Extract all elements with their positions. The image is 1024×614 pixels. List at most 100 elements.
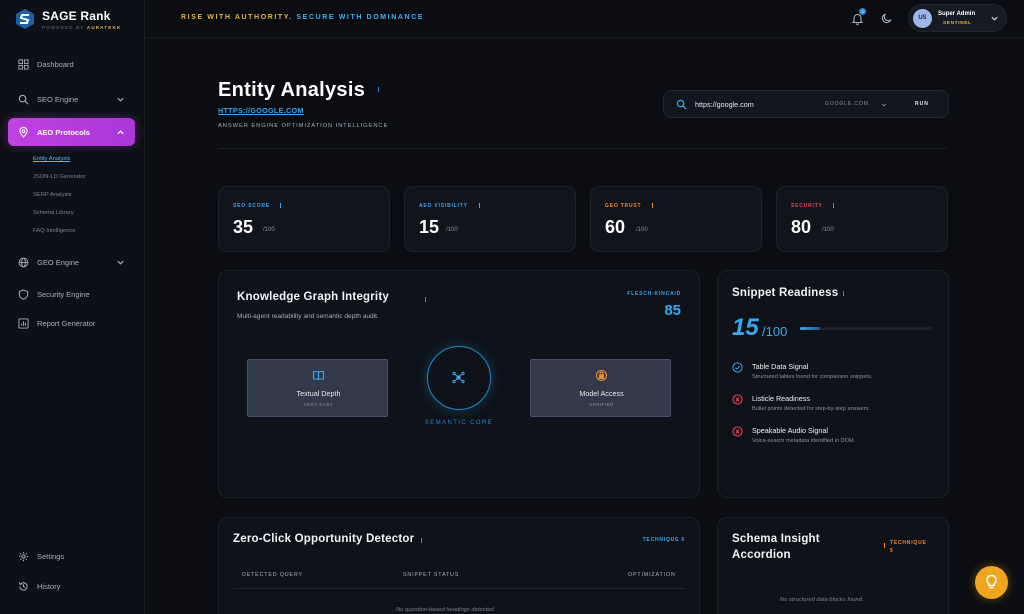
chevron-down-icon: [117, 260, 124, 265]
chevron-up-icon: [117, 129, 124, 134]
book-icon: [312, 370, 325, 381]
score-card-aeo: AEO VISIBILITY 15 /100: [404, 186, 576, 252]
column-header[interactable]: DETECTED QUERY: [242, 572, 303, 578]
analyzed-url-link[interactable]: HTTPS://GOOGLE.COM: [218, 106, 304, 115]
score-indicator: [833, 203, 834, 208]
sidebar-item-seo-engine[interactable]: SEO Engine: [8, 85, 135, 113]
signal-title: Table Data Signal: [752, 362, 809, 371]
sidebar-item-settings[interactable]: Settings: [8, 542, 135, 570]
card-title: Textual Depth: [296, 389, 341, 398]
check-circle-icon: [732, 362, 743, 373]
score-max: /100: [446, 227, 458, 233]
url-search-bar: https://google.com GOOGLE.COM RUN: [663, 90, 949, 118]
score-max: /100: [636, 227, 648, 233]
chevron-down-icon: [881, 103, 887, 107]
snippet-progress-fill: [800, 327, 820, 330]
sidebar-subitem-json-ld-generator[interactable]: JSON-LD Generator: [33, 174, 86, 180]
card-subtitle: VERIFIED: [589, 402, 614, 407]
location-pin-icon: [19, 126, 28, 138]
chart-icon: [18, 317, 29, 329]
header-divider: [218, 148, 948, 149]
gear-icon: [18, 551, 29, 561]
sidebar-item-report-generator[interactable]: Report Generator: [8, 309, 135, 337]
column-header[interactable]: SNIPPET STATUS: [403, 572, 459, 578]
top-bar: RISE WITH AUTHORITY. SECURE WITH DOMINAN…: [145, 0, 1024, 38]
title-indicator: [378, 87, 379, 92]
title-indicator: [425, 297, 426, 302]
technique-badge: TECHNIQUE 6: [642, 537, 685, 543]
tagline: RISE WITH AUTHORITY. SECURE WITH DOMINAN…: [181, 14, 425, 21]
assistant-fab-button[interactable]: [975, 566, 1008, 599]
page-title: Entity Analysis: [218, 79, 366, 101]
sidebar-item-label: Security Engine: [37, 289, 90, 299]
search-icon: [676, 99, 687, 110]
chevron-down-icon: [117, 97, 124, 102]
snippet-readiness-panel: Snippet Readiness 15 /100 Table Data Sig…: [717, 270, 949, 498]
sidebar-item-dashboard[interactable]: Dashboard: [8, 50, 135, 78]
sidebar: SAGE Rank POWERED BY AURATEKK Dashboard …: [0, 0, 145, 614]
sidebar-item-security-engine[interactable]: Security Engine: [8, 280, 135, 308]
snippet-progress-bar: [800, 327, 933, 330]
run-button[interactable]: RUN: [915, 101, 929, 107]
textual-depth-card[interactable]: Textual Depth VERY EASY: [247, 359, 388, 417]
brand[interactable]: SAGE Rank POWERED BY AURATEKK: [14, 8, 121, 30]
history-icon: [18, 581, 28, 591]
brand-powered: POWERED BY AURATEKK: [42, 24, 122, 30]
score-label: SECURITY: [791, 203, 823, 209]
score-value: 15: [419, 217, 440, 237]
url-input[interactable]: https://google.com: [695, 100, 754, 109]
card-title: Model Access: [579, 389, 624, 398]
sidebar-item-label: Dashboard: [37, 59, 74, 69]
table-divider: [233, 588, 685, 589]
grid-icon: [18, 58, 29, 70]
sidebar-subitem-faq-intelligence[interactable]: FAQ Intelligence: [33, 228, 76, 234]
sidebar-item-aeo-protocols[interactable]: AEO Protocols: [8, 118, 135, 146]
column-header[interactable]: OPTIMIZATION: [628, 572, 676, 578]
sidebar-item-history[interactable]: History: [8, 572, 135, 600]
brand-logo-icon: [16, 9, 34, 29]
lightbulb-icon: [986, 574, 997, 589]
engine-select[interactable]: GOOGLE.COM: [825, 101, 869, 107]
score-indicator: [652, 203, 653, 208]
search-icon: [18, 94, 29, 104]
notification-badge: 3: [859, 8, 866, 15]
sidebar-item-label: GEO Engine: [37, 257, 80, 267]
score-value: 60: [605, 217, 626, 237]
empty-state-message: No structured data blocks found.: [780, 597, 864, 603]
avatar: US: [913, 9, 932, 28]
x-circle-icon: [732, 426, 743, 437]
title-indicator: [843, 291, 844, 296]
empty-state-message: No question-based headings detected.: [396, 607, 496, 613]
score-value: 80: [791, 217, 812, 237]
sidebar-subitem-entity-analysis[interactable]: Entity Analysis: [33, 156, 70, 162]
sidebar-item-label: History: [37, 581, 61, 591]
model-access-card[interactable]: Model Access VERIFIED: [530, 359, 671, 417]
signal-description: Voice-search metadata identified in DOM.: [752, 438, 856, 444]
panel-subtitle: Multi-agent readability and semantic dep…: [237, 313, 379, 320]
score-indicator: [280, 203, 281, 208]
app-root: SAGE Rank POWERED BY AURATEKK Dashboard …: [0, 0, 1024, 614]
chevron-down-icon: [991, 16, 998, 21]
user-name: Super Admin: [938, 11, 976, 17]
score-label: AEO VISIBILITY: [419, 203, 468, 209]
title-indicator: [884, 543, 885, 548]
score-indicator: [479, 203, 480, 208]
score-value: 35: [233, 217, 254, 237]
moon-icon[interactable]: [881, 12, 893, 24]
sidebar-item-label: Settings: [37, 551, 65, 561]
sidebar-item-geo-engine[interactable]: GEO Engine: [8, 248, 135, 276]
semantic-core-ring[interactable]: [427, 346, 491, 410]
zero-click-panel: Zero-Click Opportunity Detector TECHNIQU…: [218, 517, 700, 614]
panel-title: Schema Insight: [732, 533, 820, 545]
lock-icon: [595, 369, 608, 382]
sidebar-subitem-serp-analysis[interactable]: SERP Analysis: [33, 192, 72, 198]
card-subtitle: VERY EASY: [303, 402, 334, 407]
score-card-seo: SEO SCORE 35 /100: [218, 186, 390, 252]
panel-title: Knowledge Graph Integrity: [237, 291, 389, 303]
user-menu[interactable]: US Super Admin SENTINEL: [908, 4, 1007, 32]
snippet-score-max: /100: [762, 324, 788, 339]
signal-description: Structured tables found for comparison s…: [752, 374, 873, 380]
sidebar-item-label: Report Generator: [37, 318, 96, 328]
sidebar-subitem-schema-library[interactable]: Schema Library: [33, 210, 74, 216]
score-label: GEO TRUST: [605, 203, 642, 209]
